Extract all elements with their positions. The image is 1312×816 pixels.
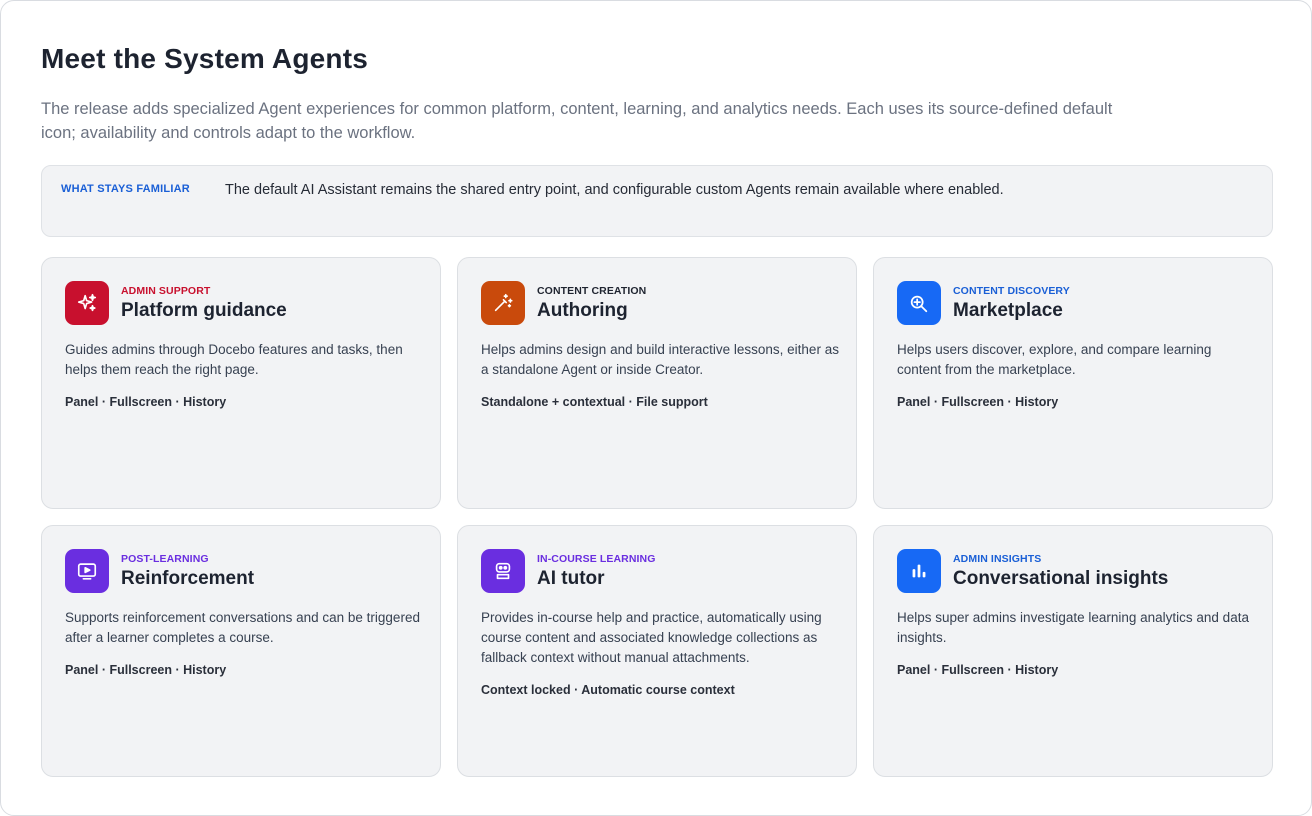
card-tags: Panel · Fullscreen · History (65, 663, 227, 677)
card-title: Platform guidance (121, 300, 287, 321)
card-title: Authoring (537, 300, 628, 321)
agent-card-authoring[interactable]: CONTENT CREATION Authoring Helps admins … (457, 257, 857, 509)
card-category: IN-COURSE LEARNING (537, 553, 656, 565)
card-tags: Panel · Fullscreen · History (897, 663, 1059, 677)
card-description: Helps super admins investigate learning … (897, 610, 1249, 645)
agent-card-conversational-insights[interactable]: ADMIN INSIGHTS Conversational insights H… (873, 525, 1273, 777)
card-tags: Panel · Fullscreen · History (65, 395, 227, 409)
card-category: ADMIN SUPPORT (121, 285, 211, 297)
play-screen-icon (65, 549, 109, 593)
card-tags: Standalone + contextual · File support (481, 395, 708, 409)
agent-card-marketplace[interactable]: CONTENT DISCOVERY Marketplace Helps user… (873, 257, 1273, 509)
card-title: AI tutor (537, 568, 605, 589)
card-description: Helps users discover, explore, and compa… (897, 342, 1212, 377)
card-category: CONTENT CREATION (537, 285, 647, 297)
card-title: Conversational insights (953, 568, 1169, 589)
card-title: Marketplace (953, 300, 1063, 321)
callout-label: WHAT STAYS FAMILIAR (61, 183, 190, 195)
card-title: Reinforcement (121, 568, 255, 589)
page-subtitle: The release adds specialized Agent exper… (41, 100, 1113, 142)
card-description: Guides admins through Docebo features an… (65, 342, 403, 377)
card-category: POST-LEARNING (121, 553, 209, 565)
agent-card-reinforcement[interactable]: POST-LEARNING Reinforcement Supports rei… (41, 525, 441, 777)
card-description: Provides in-course help and practice, au… (481, 610, 822, 665)
agent-card-platform-guidance[interactable]: ADMIN SUPPORT Platform guidance Guides a… (41, 257, 441, 509)
page-title: Meet the System Agents (41, 43, 369, 74)
card-category: CONTENT DISCOVERY (953, 285, 1070, 297)
card-description: Supports reinforcement conversations and… (65, 610, 420, 645)
card-tags: Context locked · Automatic course contex… (481, 683, 735, 697)
robot-icon (481, 549, 525, 593)
card-tags: Panel · Fullscreen · History (897, 395, 1059, 409)
card-category: ADMIN INSIGHTS (953, 553, 1042, 565)
magic-wand-icon (481, 281, 525, 325)
sparkles-icon (65, 281, 109, 325)
bar-chart-icon (897, 549, 941, 593)
system-agents-panel: Meet the System Agents The release adds … (0, 0, 1312, 816)
card-description: Helps admins design and build interactiv… (481, 342, 839, 377)
what-stays-familiar-callout: WHAT STAYS FAMILIAR The default AI Assis… (41, 165, 1273, 237)
agent-card-ai-tutor[interactable]: IN-COURSE LEARNING AI tutor Provides in-… (457, 525, 857, 777)
search-sparkle-icon (897, 281, 941, 325)
callout-text: The default AI Assistant remains the sha… (225, 182, 1004, 198)
